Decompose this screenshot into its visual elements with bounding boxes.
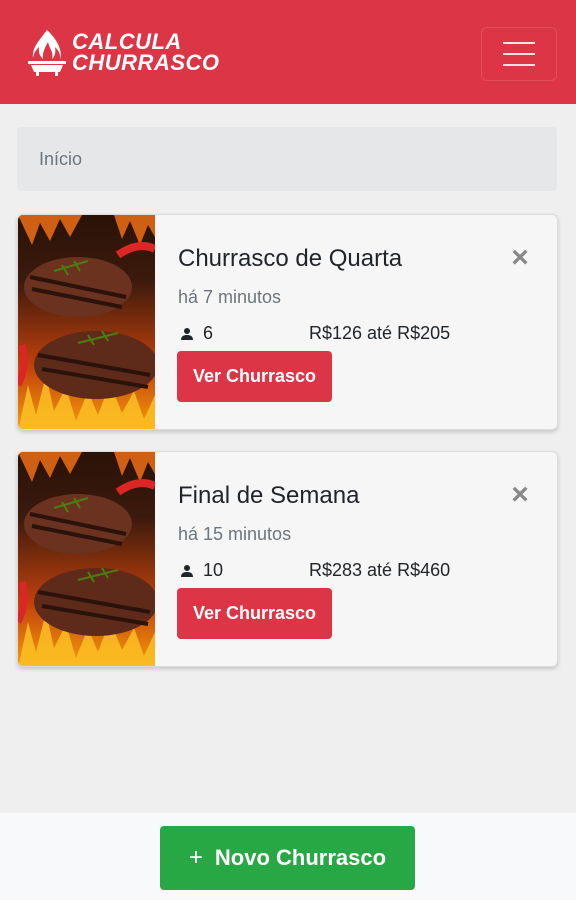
breadcrumb: Início (17, 127, 557, 191)
breadcrumb-item-home[interactable]: Início (39, 149, 82, 170)
new-churrasco-label: Novo Churrasco (214, 845, 387, 870)
close-icon[interactable]: × (508, 243, 532, 273)
hamburger-menu-icon[interactable] (481, 27, 557, 81)
brand-line-1: CALCULA (72, 29, 182, 54)
person-icon (181, 565, 193, 577)
price-range: R$283 até R$460 (309, 560, 451, 580)
view-churrasco-button[interactable]: Ver Churrasco (177, 351, 332, 402)
menu-bar-line (503, 64, 535, 66)
card-title: Churrasco de Quarta (178, 245, 403, 272)
plus-icon: + (188, 844, 203, 871)
brand-logo-link[interactable]: CALCULA CHURRASCO (24, 26, 220, 78)
churrasco-card: Final de Semana há 15 minutos × 10 R$283… (17, 451, 558, 667)
people-count: 10 (203, 560, 224, 580)
people-count: 6 (203, 323, 214, 343)
menu-bar-line (503, 42, 535, 44)
person-icon (181, 328, 193, 340)
grilled-steak-image (18, 215, 155, 429)
close-icon[interactable]: × (508, 480, 532, 510)
brand-line-2: CHURRASCO (72, 50, 220, 75)
grilled-steak-image (18, 452, 155, 666)
navbar: CALCULA CHURRASCO (0, 0, 576, 104)
new-churrasco-button[interactable]: + Novo Churrasco (160, 826, 415, 890)
view-churrasco-button[interactable]: Ver Churrasco (177, 588, 332, 639)
brand-text: CALCULA CHURRASCO (72, 29, 220, 75)
card-timestamp: há 7 minutos (178, 287, 282, 307)
menu-bar-line (503, 53, 535, 55)
flame-overlay (18, 215, 155, 429)
churrasco-card: Churrasco de Quarta há 7 minutos × 6 R$1… (17, 214, 558, 430)
footer-bar: + Novo Churrasco (0, 813, 576, 900)
price-range: R$126 até R$205 (309, 323, 451, 343)
card-timestamp: há 15 minutos (178, 524, 292, 544)
flame-grill-icon (28, 30, 66, 76)
card-title: Final de Semana (178, 482, 360, 509)
flame-overlay (18, 452, 155, 666)
